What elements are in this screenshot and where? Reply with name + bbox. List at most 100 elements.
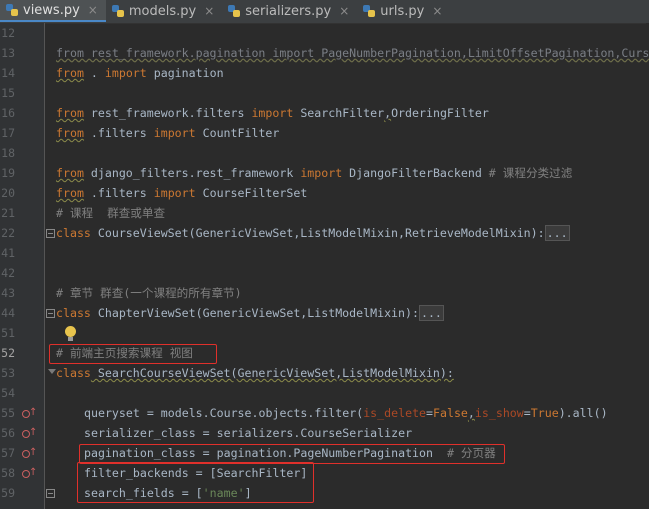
code-line-16: 16 from rest_framework.filters import Se… <box>0 103 649 123</box>
code-token: , <box>467 406 475 420</box>
line-number: 56 <box>1 426 15 440</box>
unused-import: from rest_framework.pagination import Pa… <box>56 46 649 60</box>
keyword: import <box>251 106 294 120</box>
fold-icon[interactable] <box>46 489 55 498</box>
line-number: 42 <box>1 266 15 280</box>
code-line-12: 12 <box>0 23 649 43</box>
editor-tab-bar: views.py × models.py × serializers.py × … <box>0 0 649 24</box>
code-line-43: 43 # 章节 群查(一个课程的所有章节) <box>0 283 649 303</box>
code-text: class SearchCourseViewSet(GenericViewSet… <box>56 363 454 383</box>
line-number: 52 <box>1 346 15 360</box>
code-text: from .filters import CountFilter <box>56 123 279 143</box>
line-number: 22 <box>1 226 15 240</box>
close-icon[interactable]: × <box>204 4 214 18</box>
override-method-icon[interactable]: ↑ <box>22 447 37 459</box>
tab-urls-py[interactable]: urls.py × <box>357 0 450 22</box>
code-line-41: 41 <box>0 243 649 263</box>
code-text: class ChapterViewSet(GenericViewSet,List… <box>56 303 444 323</box>
override-method-icon[interactable]: ↑ <box>22 407 37 419</box>
code-text: from . import pagination <box>56 63 224 83</box>
code-line-15: 15 <box>0 83 649 103</box>
code-token: pagination <box>146 66 224 80</box>
code-token: is_show <box>474 406 524 420</box>
highlight-box <box>79 444 505 464</box>
keyword: from <box>56 66 84 80</box>
code-token: ChapterViewSet(GenericViewSet,ListModelM… <box>90 306 419 320</box>
code-token: .filters <box>83 186 154 200</box>
collapsed-region[interactable]: ... <box>418 305 444 321</box>
code-token: DjangoFilterBackend <box>342 166 482 180</box>
python-file-icon <box>228 5 241 17</box>
code-line-19: 19 from django_filters.rest_framework im… <box>0 163 649 183</box>
fold-icon[interactable] <box>46 309 55 318</box>
tab-serializers-py[interactable]: serializers.py × <box>222 0 357 22</box>
code-line-14: 14 from . import pagination <box>0 63 649 83</box>
code-line-56: 56 ↑ serializer_class = serializers.Cour… <box>0 423 649 443</box>
code-text: class CourseViewSet(GenericViewSet,ListM… <box>56 223 570 243</box>
code-token: is_delete <box>363 406 427 420</box>
override-method-icon[interactable]: ↑ <box>22 467 37 479</box>
fold-icon[interactable] <box>46 229 55 238</box>
keyword: from <box>56 126 84 140</box>
keyword: import <box>153 126 196 140</box>
line-number: 43 <box>1 286 15 300</box>
close-icon[interactable]: × <box>339 4 349 18</box>
tab-views-py[interactable]: views.py × <box>0 0 106 22</box>
code-token: SearchFilter <box>293 106 385 120</box>
code-token: = <box>426 406 434 420</box>
code-text: from rest_framework.filters import Searc… <box>56 103 489 123</box>
code-text: from .filters import CourseFilterSet <box>56 183 307 203</box>
code-line-51: 51 <box>0 323 649 343</box>
code-token: = <box>523 406 531 420</box>
keyword: import <box>153 186 196 200</box>
fold-icon[interactable] <box>48 369 56 374</box>
comment: # 章节 群查(一个课程的所有章节) <box>56 286 242 300</box>
python-file-icon <box>6 4 18 16</box>
keyword: from <box>56 186 84 200</box>
python-file-icon <box>363 5 376 17</box>
keyword: from <box>56 106 84 120</box>
line-number: 14 <box>1 66 15 80</box>
line-number: 54 <box>1 386 15 400</box>
code-token: SearchCourseViewSet(GenericViewSet,ListM… <box>90 366 454 380</box>
code-line-44: 44 class ChapterViewSet(GenericViewSet,L… <box>0 303 649 323</box>
code-text: serializer_class = serializers.CourseSer… <box>84 426 413 440</box>
code-token: OrderingFilter <box>391 106 489 120</box>
code-token: . <box>83 66 105 80</box>
highlight-box <box>49 344 217 364</box>
lightbulb-icon[interactable] <box>64 326 78 344</box>
tab-label: serializers.py <box>245 3 332 19</box>
line-number: 12 <box>1 26 15 40</box>
keyword: from <box>56 166 84 180</box>
python-file-icon <box>111 5 124 17</box>
code-line-21: 21 # 课程 群查或单查 <box>0 203 649 223</box>
code-token: .filters <box>83 126 154 140</box>
line-number: 53 <box>1 366 15 380</box>
code-line-22: 22 class CourseViewSet(GenericViewSet,Li… <box>0 223 649 243</box>
code-editor[interactable]: 12 13 from rest_framework.pagination imp… <box>0 23 649 509</box>
code-text: from django_filters.rest_framework impor… <box>56 163 572 183</box>
line-number: 19 <box>1 166 15 180</box>
tab-label: urls.py <box>380 3 425 19</box>
code-text: queryset = models.Course.objects.filter(… <box>84 403 608 423</box>
tab-label: views.py <box>23 2 80 18</box>
code-line-55: 55 ↑ queryset = models.Course.objects.fi… <box>0 403 649 423</box>
line-number: 44 <box>1 306 15 320</box>
code-token: rest_framework.filters <box>83 106 252 120</box>
collapsed-region[interactable]: ... <box>544 225 570 241</box>
keyword: import <box>104 66 147 80</box>
code-line-42: 42 <box>0 263 649 283</box>
close-icon[interactable]: × <box>432 4 442 18</box>
keyword: class <box>56 366 91 380</box>
line-number: 21 <box>1 206 15 220</box>
line-number: 18 <box>1 146 15 160</box>
override-method-icon[interactable]: ↑ <box>22 427 37 439</box>
comment: # 课程分类过滤 <box>481 166 573 180</box>
keyword: class <box>56 226 91 240</box>
code-token: django_filters.rest_framework <box>83 166 301 180</box>
tab-models-py[interactable]: models.py × <box>106 0 222 22</box>
close-icon[interactable]: × <box>88 3 98 17</box>
line-number: 15 <box>1 86 15 100</box>
line-number: 58 <box>1 466 15 480</box>
comment: # 课程 群查或单查 <box>56 206 166 220</box>
